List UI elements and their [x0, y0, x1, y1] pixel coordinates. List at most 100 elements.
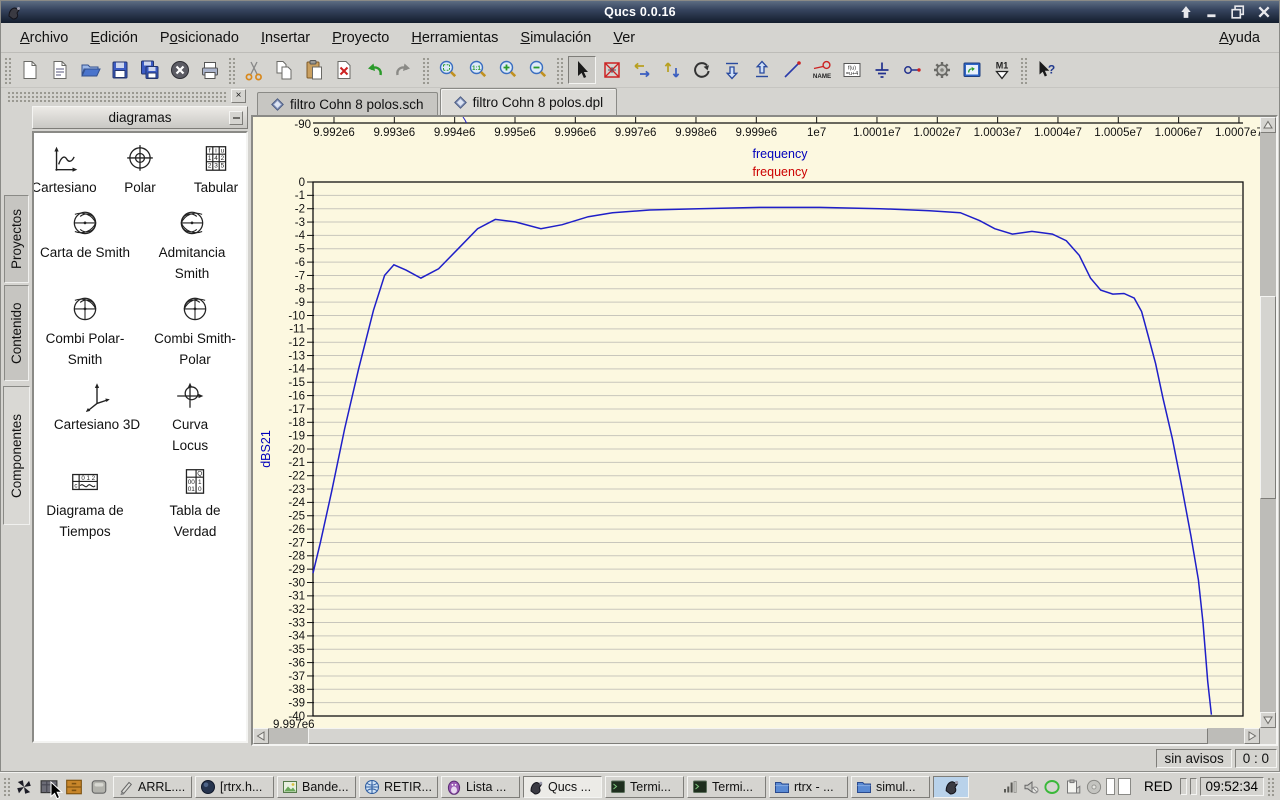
diagram-item-polar[interactable]: Polar	[109, 143, 171, 198]
tray-clipboard-icon[interactable]	[1064, 778, 1082, 796]
insert-ground-button[interactable]	[868, 56, 896, 84]
diagram-item-combi-polar-smith[interactable]: Combi Polar-Smith	[37, 294, 133, 370]
select-pointer-button[interactable]	[568, 56, 596, 84]
new-text-button[interactable]	[46, 56, 74, 84]
diagram-item-cartesiano-3d[interactable]: Cartesiano 3D	[54, 380, 140, 435]
toolbar-drag-handle[interactable]	[4, 57, 11, 84]
menu-ver[interactable]: Ver	[602, 26, 646, 50]
set-marker-button[interactable]: M1	[988, 56, 1016, 84]
tray-qucs-button[interactable]	[933, 776, 969, 798]
vertical-scrollbar[interactable]	[1260, 117, 1276, 728]
maximize-button[interactable]	[1231, 5, 1245, 19]
task-button-5[interactable]: Lista ...	[441, 776, 520, 798]
diagram-item-cartesiano[interactable]: Cartesiano	[33, 143, 95, 198]
menu-simulacin[interactable]: Simulación	[509, 26, 602, 50]
zoom-one-to-one-button[interactable]: 1:1	[464, 56, 492, 84]
taskbar-drag-handle[interactable]	[1267, 777, 1274, 797]
menu-ayuda[interactable]: Ayuda	[1208, 26, 1271, 50]
plot-page-viewport[interactable]: 9.992e69.993e69.994e69.995e69.996e69.997…	[253, 117, 1260, 728]
scroll-right-button[interactable]	[1244, 728, 1260, 744]
diagram-item-carta-de-smith[interactable]: Carta de Smith	[40, 208, 130, 263]
sidebar-tab-proyectos[interactable]: Proyectos	[4, 195, 29, 283]
delete-button[interactable]	[330, 56, 358, 84]
horizontal-scroll-thumb[interactable]	[308, 728, 1208, 744]
menu-posicionado[interactable]: Posicionado	[149, 26, 250, 50]
view-data-button[interactable]	[958, 56, 986, 84]
insert-equation-button[interactable]: f(u)=u+4	[838, 56, 866, 84]
taskbar-drag-handle[interactable]	[3, 777, 10, 797]
menu-edicin[interactable]: Edición	[79, 26, 149, 50]
tray-mute-speaker-icon[interactable]	[1022, 778, 1040, 796]
scroll-left-button[interactable]	[253, 728, 269, 744]
task-button-9[interactable]: rtrx - ...	[769, 776, 848, 798]
diagram-item-diagrama-de-tiempos[interactable]: 0 1 2cDiagrama de Tiempos	[37, 466, 133, 542]
toolbar-drag-handle[interactable]	[1020, 57, 1027, 84]
zoom-out-button[interactable]	[524, 56, 552, 84]
sidebar-tab-contenido[interactable]: Contenido	[4, 285, 29, 381]
close-button[interactable]	[1257, 5, 1271, 19]
zoom-in-button[interactable]	[494, 56, 522, 84]
scroll-down-button[interactable]	[1260, 712, 1276, 728]
print-button[interactable]	[196, 56, 224, 84]
category-combobox[interactable]: diagramas	[32, 106, 248, 129]
align-horizontal-button[interactable]	[628, 56, 656, 84]
task-button-8[interactable]: Termi...	[687, 776, 766, 798]
insert-port-button[interactable]	[898, 56, 926, 84]
simulate-button[interactable]	[928, 56, 956, 84]
insert-label-button[interactable]: NAME	[808, 56, 836, 84]
task-button-10[interactable]: simul...	[851, 776, 930, 798]
menu-archivo[interactable]: Archivo	[9, 26, 79, 50]
mirror-x-button[interactable]	[718, 56, 746, 84]
diagram-item-admitancia-smith[interactable]: Admitancia Smith	[144, 208, 240, 284]
tray-signal-bars-icon[interactable]	[1001, 778, 1019, 796]
tray-green-circle-icon[interactable]	[1043, 778, 1061, 796]
dock-close-button[interactable]: ×	[231, 89, 246, 103]
sidebar-tab-componentes[interactable]: Componentes	[3, 386, 30, 525]
save-button[interactable]	[106, 56, 134, 84]
diagram-item-tabular[interactable]: fiu142235Tabular	[185, 143, 247, 198]
align-vertical-button[interactable]	[658, 56, 686, 84]
tray-cd-icon[interactable]	[1085, 778, 1103, 796]
zoom-fit-button[interactable]	[434, 56, 462, 84]
combobox-button-icon[interactable]	[229, 111, 243, 125]
save-all-button[interactable]	[136, 56, 164, 84]
diagram-item-curva-locus[interactable]: Curva Locus	[154, 380, 226, 456]
menu-proyecto[interactable]: Proyecto	[321, 26, 400, 50]
toolbar-drag-handle[interactable]	[556, 57, 563, 84]
toolbar-drag-handle[interactable]	[422, 57, 429, 84]
shade-button[interactable]	[1179, 5, 1193, 19]
menu-herramientas[interactable]: Herramientas	[400, 26, 509, 50]
close-document-button[interactable]	[166, 56, 194, 84]
launcher-pinwheel-icon[interactable]	[13, 776, 35, 798]
cut-button[interactable]	[240, 56, 268, 84]
task-button-4[interactable]: RETIR...	[359, 776, 438, 798]
task-button-3[interactable]: Bande...	[277, 776, 356, 798]
launcher-desktop-launcher-icon[interactable]	[88, 776, 110, 798]
redo-button[interactable]	[390, 56, 418, 84]
paste-button[interactable]	[300, 56, 328, 84]
diagram-item-tabla-de-verdad[interactable]: Q001010Tabla de Verdad	[147, 466, 243, 542]
menu-insertar[interactable]: Insertar	[250, 26, 321, 50]
document-tab-1[interactable]: filtro Cohn 8 polos.sch	[257, 92, 438, 115]
task-button-7[interactable]: Termi...	[605, 776, 684, 798]
document-tab-2[interactable]: filtro Cohn 8 polos.dpl	[440, 88, 618, 115]
minimize-button[interactable]	[1205, 5, 1219, 19]
insert-wire-button[interactable]	[778, 56, 806, 84]
undo-button[interactable]	[360, 56, 388, 84]
diagram-item-combi-smith-polar[interactable]: Combi Smith-Polar	[147, 294, 243, 370]
new-document-button[interactable]	[16, 56, 44, 84]
task-button-6[interactable]: Qucs ...	[523, 776, 602, 798]
mirror-y-button[interactable]	[748, 56, 776, 84]
help-pointer-button[interactable]: ?	[1032, 56, 1060, 84]
open-file-button[interactable]	[76, 56, 104, 84]
dock-drag-handle[interactable]	[7, 91, 227, 102]
copy-button[interactable]	[270, 56, 298, 84]
vertical-scroll-thumb[interactable]	[1260, 296, 1276, 499]
scroll-up-button[interactable]	[1260, 117, 1276, 133]
task-button-1[interactable]: ARRL....	[113, 776, 192, 798]
task-button-2[interactable]: [rtrx.h...	[195, 776, 274, 798]
rotate-button[interactable]	[688, 56, 716, 84]
horizontal-scrollbar[interactable]	[253, 728, 1260, 744]
deactivate-component-button[interactable]	[598, 56, 626, 84]
toolbar-drag-handle[interactable]	[228, 57, 235, 84]
